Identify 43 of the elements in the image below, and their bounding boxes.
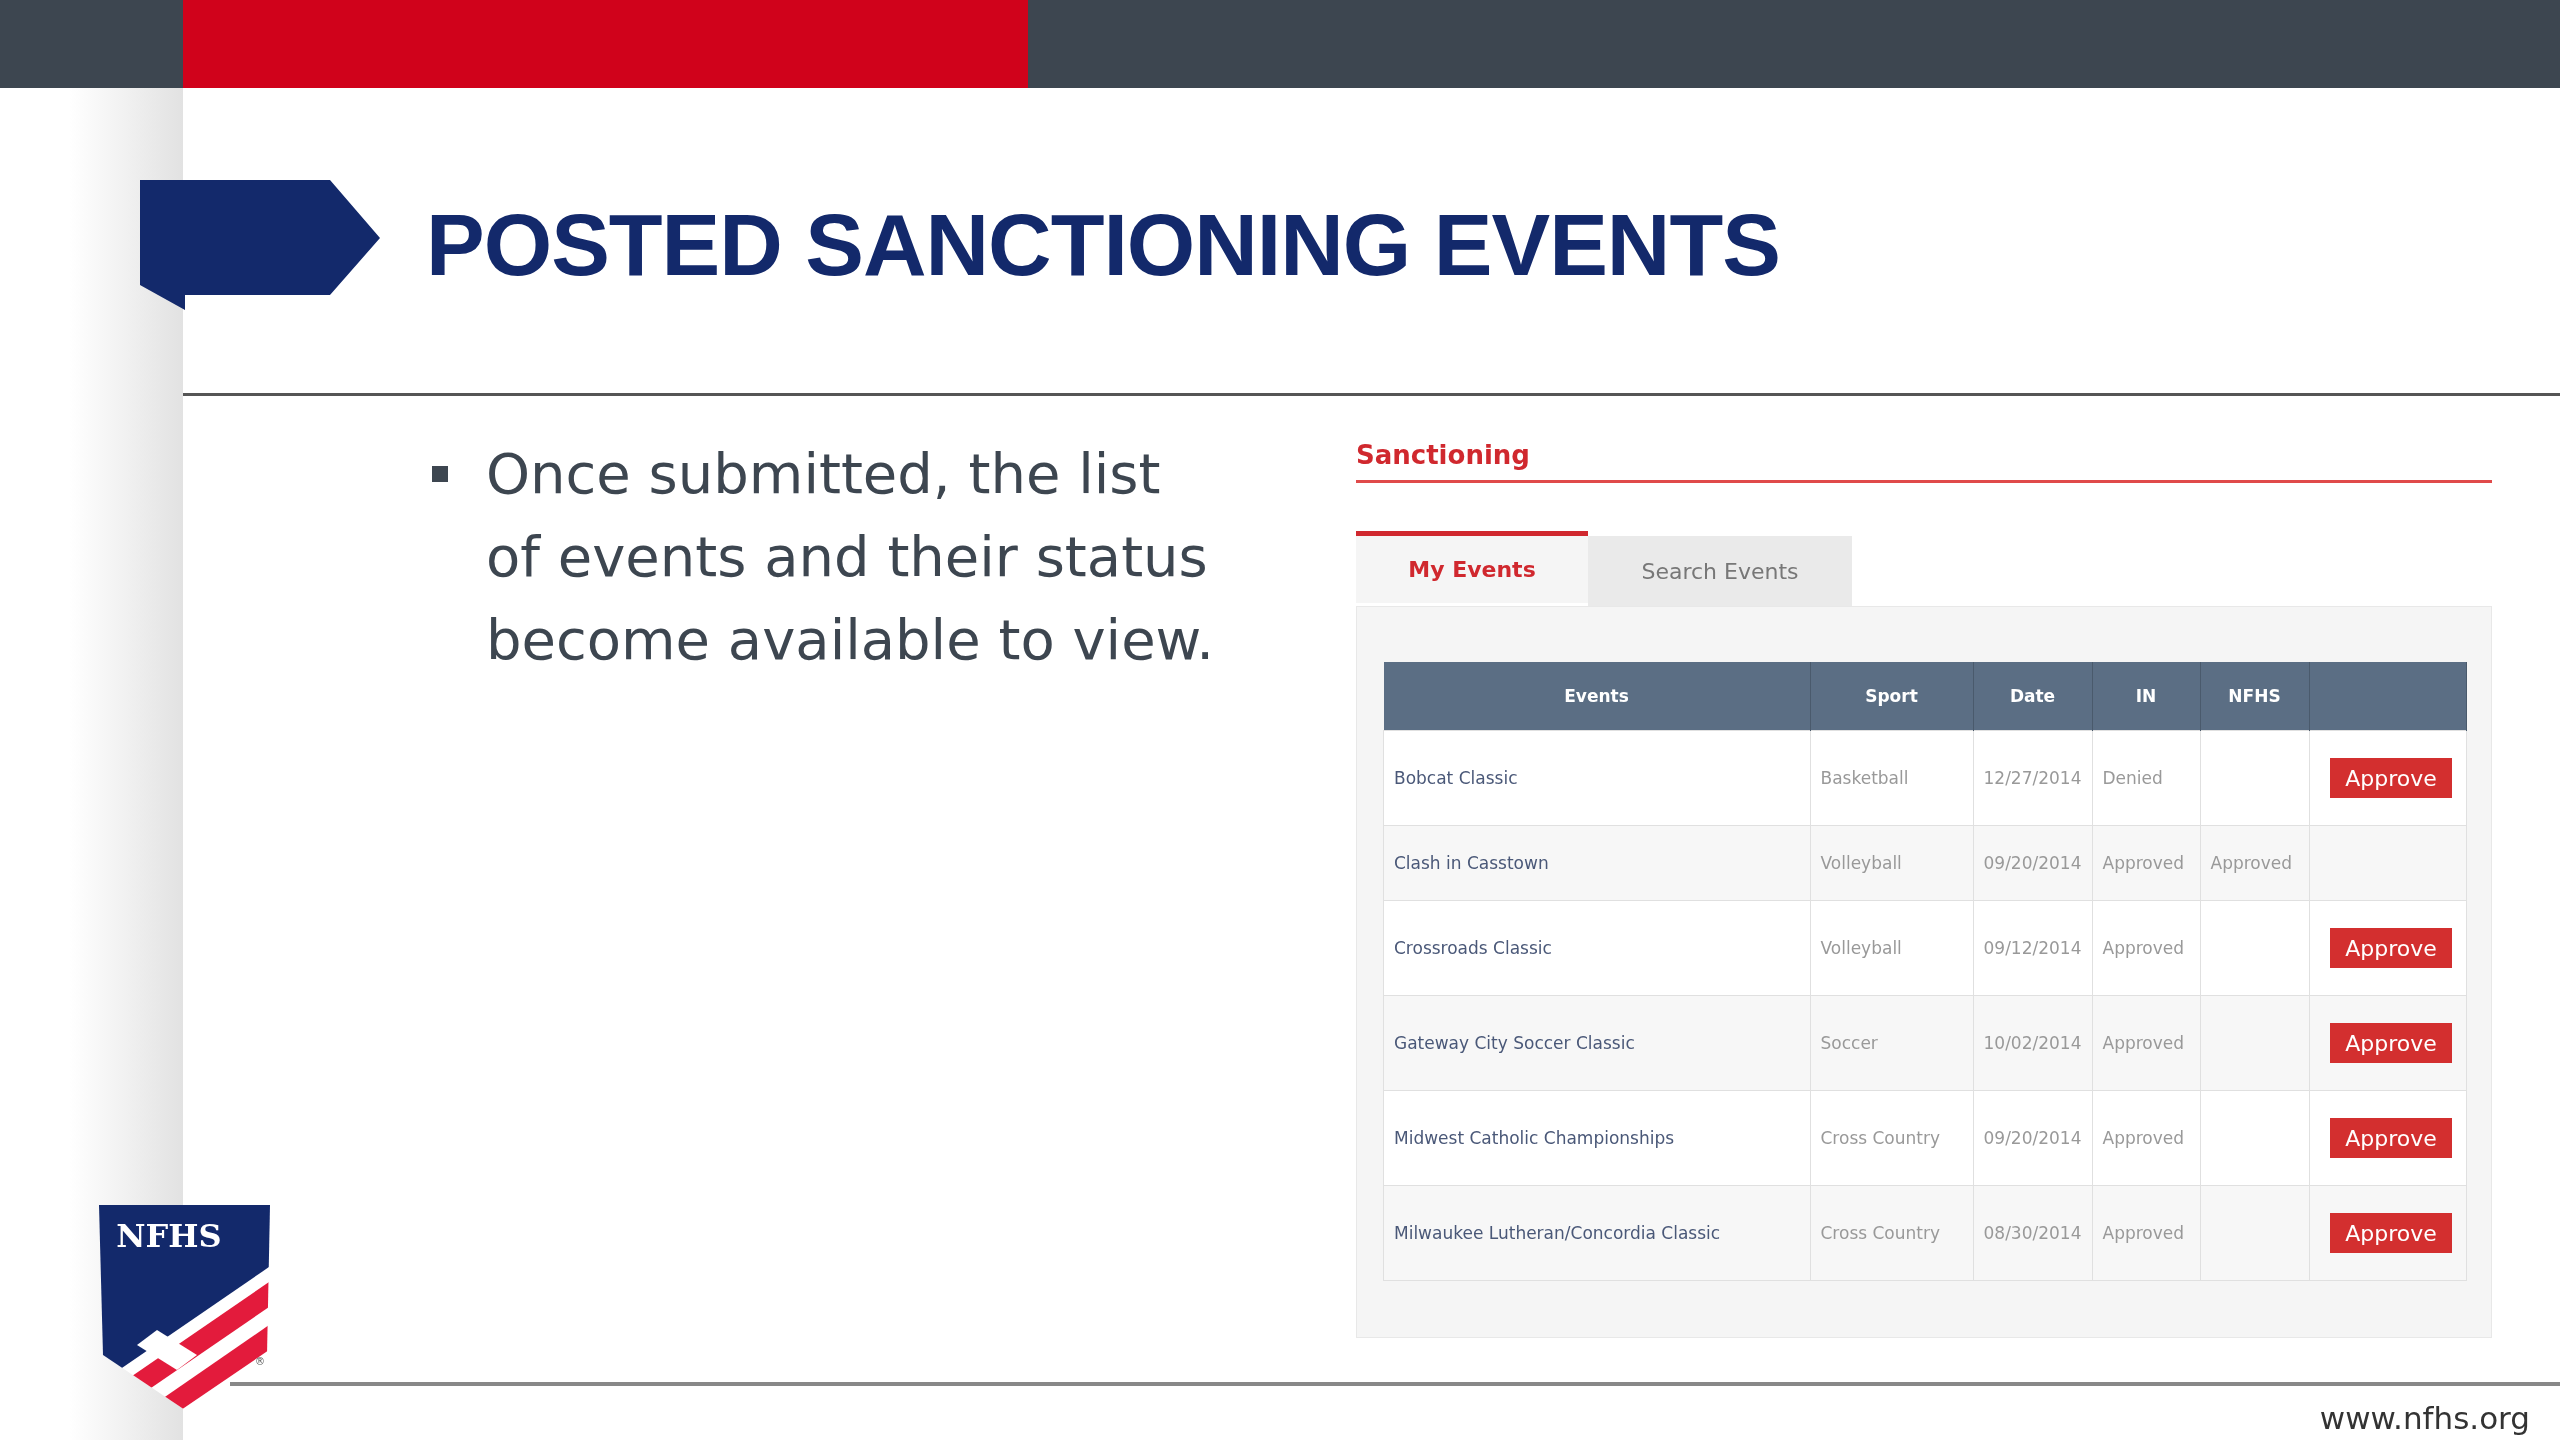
bullet-text: Once submitted, the list of events and their status become available to view. (486, 440, 1216, 674)
table-cell: Approved (2092, 825, 2200, 901)
table-cell: Approved (2092, 1185, 2200, 1281)
table-cell: Cross Country (1810, 1090, 1973, 1186)
table-cell: Crossroads Classic (1383, 900, 1810, 996)
approve-button[interactable]: Approve (2330, 928, 2452, 968)
slide-title: POSTED SANCTIONING EVENTS (426, 194, 1780, 296)
table-cell: Approved (2092, 1090, 2200, 1186)
table-cell: Denied (2092, 730, 2200, 826)
column-header: Events (1383, 662, 1810, 731)
column-header: Date (1973, 662, 2092, 731)
website-url: www.nfhs.org (2319, 1400, 2530, 1436)
table-cell: Bobcat Classic (1383, 730, 1810, 826)
table-cell: Approved (2092, 995, 2200, 1091)
table-cell: Approved (2092, 900, 2200, 996)
table-cell: Midwest Catholic Championships (1383, 1090, 1810, 1186)
section-heading: Sanctioning (1356, 440, 2492, 483)
table-cell: Gateway City Soccer Classic (1383, 995, 1810, 1091)
table-cell: Volleyball (1810, 825, 1973, 901)
table-cell: Approved (2200, 825, 2309, 901)
approve-button[interactable]: Approve (2330, 1023, 2452, 1063)
banner-arrow-icon (140, 180, 380, 310)
bullet-icon (432, 466, 448, 482)
table-cell: 09/20/2014 (1973, 825, 2092, 901)
table-cell: Soccer (1810, 995, 1973, 1091)
table-cell: Volleyball (1810, 900, 1973, 996)
table-cell: Cross Country (1810, 1185, 1973, 1281)
table-cell: Milwaukee Lutheran/Concordia Classic (1383, 1185, 1810, 1281)
table-cell: 12/27/2014 (1973, 730, 2092, 826)
tab[interactable]: Search Events (1588, 536, 1852, 606)
column-header: Sport (1810, 662, 1973, 731)
table-cell: 09/12/2014 (1973, 900, 2092, 996)
approve-button[interactable]: Approve (2330, 1118, 2452, 1158)
table-cell: 10/02/2014 (1973, 995, 2092, 1091)
table-cell: 09/20/2014 (1973, 1090, 2092, 1186)
column-header: NFHS (2200, 662, 2309, 731)
table-cell: 08/30/2014 (1973, 1185, 2092, 1281)
tab[interactable]: My Events (1356, 531, 1588, 603)
table-cell: Clash in Casstown (1383, 825, 1810, 901)
approve-button[interactable]: Approve (2330, 758, 2452, 798)
column-header: IN (2092, 662, 2200, 731)
table-cell: Basketball (1810, 730, 1973, 826)
approve-button[interactable]: Approve (2330, 1213, 2452, 1253)
